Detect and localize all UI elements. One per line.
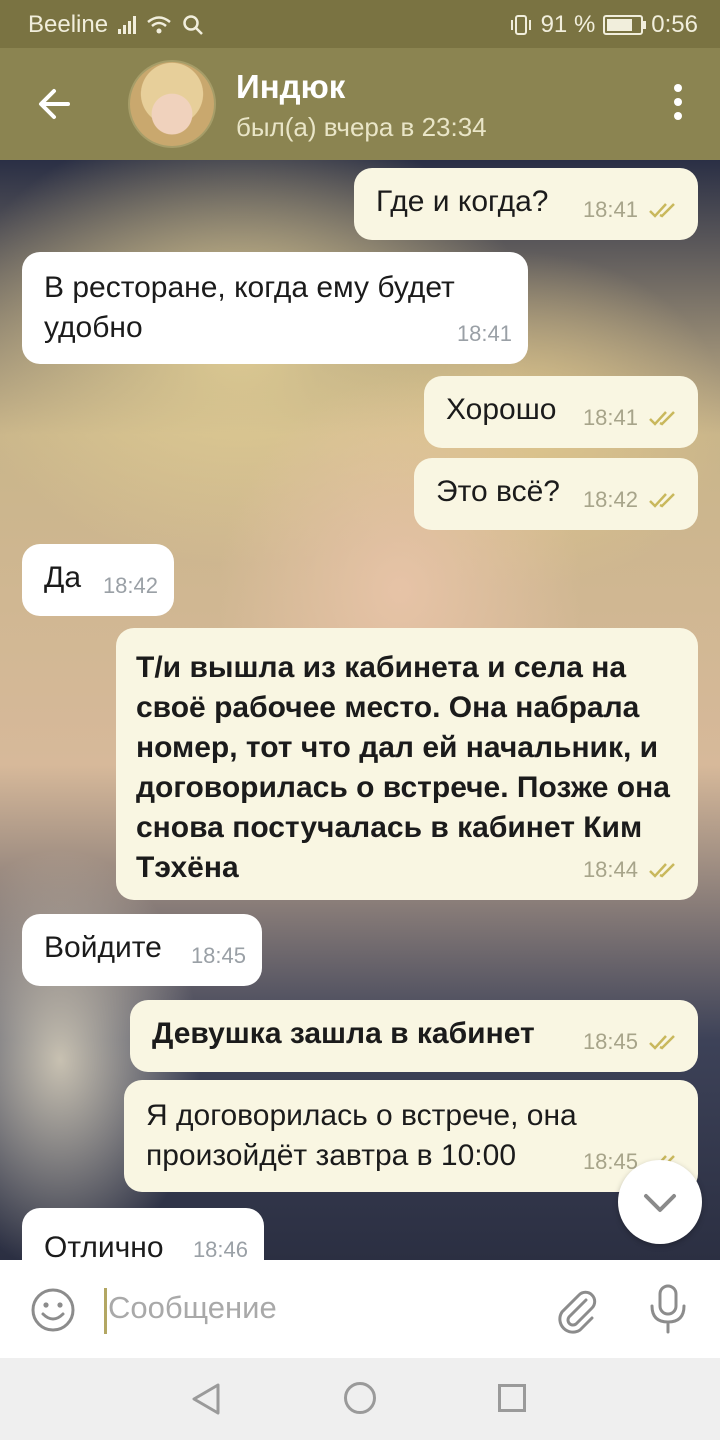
- message-text: Это всё?: [436, 475, 560, 508]
- message-text: Я договорилась о встрече, она произойдёт…: [146, 1099, 577, 1172]
- message-input[interactable]: Сообщение: [108, 1290, 277, 1326]
- chevron-down-icon: [644, 1194, 676, 1212]
- message-bubble[interactable]: Отлично 18:46: [22, 1208, 264, 1260]
- paperclip-icon[interactable]: [552, 1286, 600, 1334]
- message-text: Девушка зашла в кабинет: [152, 1017, 535, 1050]
- message-time: 18:41: [456, 321, 512, 346]
- nav-home-icon[interactable]: [344, 1382, 376, 1414]
- message-time: 18:46: [192, 1237, 248, 1260]
- message-bubble[interactable]: Да 18:42: [22, 544, 174, 616]
- scroll-down-button[interactable]: [618, 1160, 702, 1244]
- double-check-icon: [649, 493, 675, 508]
- message-time: 18:41: [582, 405, 638, 430]
- message-composer: Сообщение: [0, 1260, 720, 1358]
- emoji-icon[interactable]: [30, 1287, 76, 1333]
- battery-icon: [603, 15, 647, 35]
- avatar[interactable]: [128, 60, 216, 148]
- message-text: Хорошо: [446, 393, 557, 426]
- microphone-icon[interactable]: [646, 1284, 690, 1334]
- message-bubble[interactable]: Я договорилась о встрече, она произойдёт…: [124, 1080, 698, 1192]
- nav-recents-icon[interactable]: [498, 1384, 526, 1412]
- double-check-icon: [649, 203, 675, 218]
- double-check-icon: [649, 1035, 675, 1050]
- message-text: В ресторане, когда ему будет удобно: [44, 271, 455, 344]
- system-nav-bar: [0, 1358, 720, 1440]
- message-bubble[interactable]: Где и когда? 18:41: [354, 168, 698, 240]
- message-time: 18:42: [102, 573, 158, 598]
- arrow-left-icon[interactable]: [30, 78, 82, 130]
- message-time: 18:44: [582, 857, 638, 882]
- chat-header: Индюк был(а) вчера в 23:34: [0, 48, 720, 160]
- battery-level: [607, 19, 633, 31]
- message-text: Где и когда?: [376, 185, 549, 218]
- message-time: 18:45: [190, 943, 246, 968]
- message-text: Отлично: [44, 1231, 164, 1260]
- carrier-name: Beeline: [28, 11, 109, 38]
- last-seen-status: был(а) вчера в 23:34: [236, 112, 487, 142]
- more-vert-icon[interactable]: [672, 84, 684, 124]
- message-bubble[interactable]: Девушка зашла в кабинет 18:45: [130, 1000, 698, 1072]
- wifi-icon: [147, 16, 171, 34]
- message-time: 18:42: [582, 487, 638, 512]
- nav-back-icon[interactable]: [190, 1382, 222, 1416]
- message-bubble[interactable]: Это всё? 18:42: [414, 458, 698, 530]
- contact-name[interactable]: Индюк: [236, 68, 345, 106]
- chat-area[interactable]: Где и когда? 18:41 В ресторане, когда ем…: [0, 160, 720, 1260]
- double-check-icon: [649, 411, 675, 426]
- search-icon: [183, 15, 203, 35]
- clock: 0:56: [651, 11, 698, 38]
- battery-percent: 91 %: [540, 11, 596, 38]
- message-bubble[interactable]: Т/и вышла из кабинета и села на своё раб…: [116, 628, 698, 900]
- status-bar: Beeline 91 % 0:56: [0, 0, 720, 48]
- message-text: Войдите: [44, 931, 162, 964]
- message-bubble[interactable]: Хорошо 18:41: [424, 376, 698, 448]
- vibrate-icon: [510, 15, 531, 35]
- message-bubble[interactable]: Войдите 18:45: [22, 914, 262, 986]
- double-check-icon: [649, 863, 675, 878]
- message-bubble[interactable]: В ресторане, когда ему будет удобно 18:4…: [22, 252, 528, 364]
- signal-icon: [118, 16, 137, 34]
- message-time: 18:45: [582, 1029, 638, 1054]
- message-time: 18:41: [582, 197, 638, 222]
- message-text: Да: [44, 561, 82, 594]
- text-cursor: [104, 1288, 107, 1334]
